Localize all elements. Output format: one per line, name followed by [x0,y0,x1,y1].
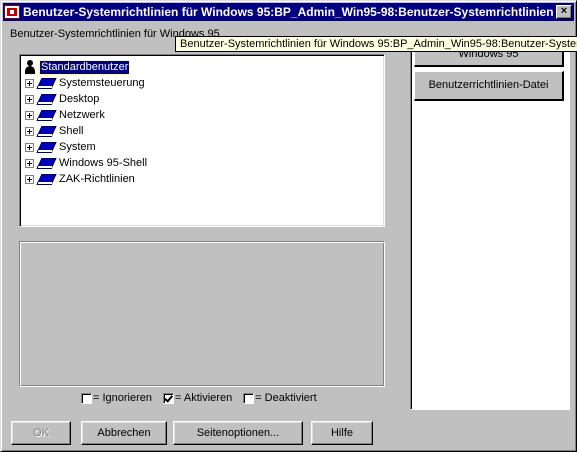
book-icon [37,156,55,170]
legend-ignore-label: = Ignorieren [93,392,153,404]
tree-item-label: Netzwerk [59,109,105,121]
book-icon [37,172,55,186]
tree-item-system[interactable]: System [25,139,96,155]
tree-item-label: System [59,141,96,153]
legend-deactivated-label: = Deaktiviert [255,392,317,404]
path-tooltip: Benutzer-Systemrichtlinien für Windows 9… [175,36,577,52]
user-icon [23,60,37,74]
page-options-button[interactable]: Seitenoptionen... [173,421,303,445]
book-icon [37,76,55,90]
expand-icon[interactable] [25,126,34,136]
empty-checkbox-icon [243,392,255,404]
description-panel [19,241,385,387]
tree-item-label: Windows 95-Shell [59,157,148,169]
legend-activate-label: = Aktivieren [175,392,233,404]
expand-icon[interactable] [25,158,34,168]
window-title: Benutzer-Systemrichtlinien für Windows 9… [23,5,556,19]
expand-icon[interactable] [25,78,34,88]
ok-button[interactable]: OK [11,421,71,445]
tree-item-desktop[interactable]: Desktop [25,91,99,107]
title-bar[interactable]: Benutzer-Systemrichtlinien für Windows 9… [3,3,574,21]
empty-checkbox-icon [81,392,92,404]
tree-root-standardbenutzer[interactable]: Standardbenutzer [23,59,131,75]
legend-deactivated: = Deaktiviert [243,392,317,404]
legend-activate: = Aktivieren [163,392,232,404]
book-icon [37,124,55,138]
book-icon [37,92,55,106]
policy-editor-window: Benutzer-Systemrichtlinien für Windows 9… [0,0,577,452]
tree-item-shell[interactable]: Shell [25,123,83,139]
policy-tree[interactable]: Standardbenutzer Systemsteuerung Desktop… [19,54,385,227]
tree-item-label: Desktop [59,93,100,105]
tree-item-systemsteuerung[interactable]: Systemsteuerung [25,75,145,91]
expand-icon[interactable] [25,94,34,104]
expand-icon[interactable] [25,110,34,120]
legend-ignore: = Ignorieren [81,392,152,404]
tree-item-zak-richtlinien[interactable]: ZAK-Richtlinien [25,171,135,187]
expand-icon[interactable] [25,174,34,184]
close-icon[interactable]: × [556,5,572,19]
tree-item-netzwerk[interactable]: Netzwerk [25,107,105,123]
cancel-button[interactable]: Abbrechen [81,421,167,445]
help-button[interactable]: Hilfe [311,421,373,445]
tree-item-windows95-shell[interactable]: Windows 95-Shell [25,155,147,171]
tree-root-label: Standardbenutzer [38,59,131,75]
tree-item-label: Shell [59,125,84,137]
expand-icon[interactable] [25,142,34,152]
checkbox-legend: = Ignorieren = Aktivieren = Deaktiviert [81,392,328,404]
app-icon [4,5,20,19]
checked-checkbox-icon [163,392,175,404]
tree-item-label: ZAK-Richtlinien [59,173,135,185]
book-icon [37,108,55,122]
book-icon [37,140,55,154]
tree-item-label: Systemsteuerung [59,77,145,89]
tab-policy-file[interactable]: Benutzerrichtlinien-Datei [414,71,564,101]
